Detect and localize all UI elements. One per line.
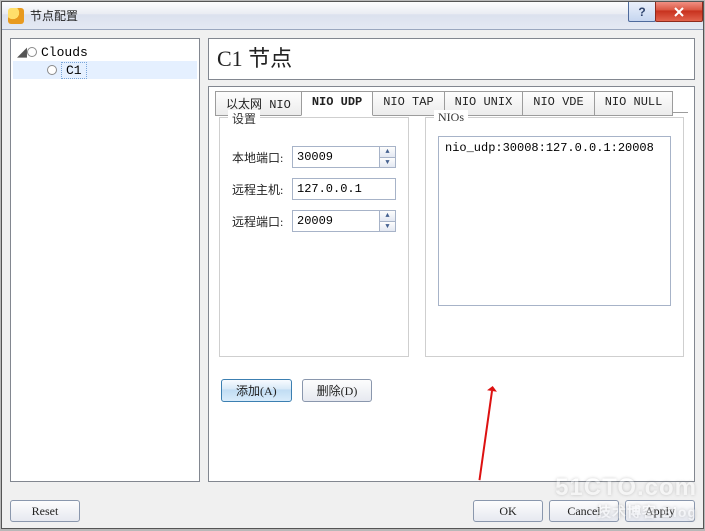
button-label: Cancel: [567, 504, 600, 519]
local-port-input[interactable]: 30009 ▲ ▼: [292, 146, 396, 168]
app-icon: [8, 8, 24, 24]
cancel-button[interactable]: Cancel: [549, 500, 619, 522]
node-icon: [47, 65, 57, 75]
annotation-arrow-icon: [478, 391, 493, 480]
remote-host-value: 127.0.0.1: [297, 182, 362, 196]
remote-host-input[interactable]: 127.0.0.1: [292, 178, 396, 200]
nios-legend: NIOs: [434, 110, 468, 125]
panel-title: C1 节点: [217, 41, 686, 73]
tab-label: NIO VDE: [533, 95, 583, 109]
tab-nio-null[interactable]: NIO NULL: [594, 91, 674, 116]
tab-label: NIO UNIX: [455, 95, 513, 109]
spin-down-icon[interactable]: ▼: [380, 157, 395, 167]
window-title: 节点配置: [30, 7, 78, 24]
settings-legend: 设置: [228, 110, 260, 127]
tab-label: NIO UDP: [312, 95, 362, 109]
ok-button[interactable]: OK: [473, 500, 543, 522]
remote-port-value: 20009: [297, 214, 379, 228]
titlebar: 节点配置 ?: [2, 2, 703, 30]
settings-group: 设置 本地端口: 30009 ▲ ▼: [219, 117, 409, 357]
spin-down-icon[interactable]: ▼: [380, 221, 395, 231]
tree-label: C1: [61, 62, 87, 79]
tab-label: NIO NULL: [605, 95, 663, 109]
button-label: OK: [499, 504, 516, 519]
button-label: Apply: [645, 504, 675, 519]
button-label: 删除(D): [317, 382, 358, 399]
nios-group: NIOs nio_udp:30008:127.0.0.1:20008: [425, 117, 684, 357]
tab-area: 以太网 NIO NIO UDP NIO TAP NIO UNIX NIO VDE…: [208, 86, 695, 482]
spin-up-icon[interactable]: ▲: [380, 147, 395, 157]
local-port-label: 本地端口:: [232, 149, 292, 166]
close-button[interactable]: [655, 2, 703, 22]
tab-label: NIO TAP: [383, 95, 433, 109]
list-item[interactable]: nio_udp:30008:127.0.0.1:20008: [445, 141, 664, 155]
button-label: 添加(A): [236, 382, 277, 399]
panel-header: C1 节点: [208, 38, 695, 80]
local-port-value: 30009: [297, 150, 379, 164]
spin-up-icon[interactable]: ▲: [380, 211, 395, 221]
collapse-icon[interactable]: ◢: [17, 45, 27, 60]
tree-item-clouds[interactable]: ◢ Clouds: [11, 43, 199, 61]
help-button[interactable]: ?: [628, 2, 656, 22]
nios-listbox[interactable]: nio_udp:30008:127.0.0.1:20008: [438, 136, 671, 306]
remote-port-input[interactable]: 20009 ▲ ▼: [292, 210, 396, 232]
close-icon: [673, 7, 685, 17]
add-button[interactable]: 添加(A): [221, 379, 292, 402]
tab-nio-udp[interactable]: NIO UDP: [301, 91, 373, 116]
remote-host-label: 远程主机:: [232, 181, 292, 198]
tree-label: Clouds: [41, 45, 88, 60]
remote-port-label: 远程端口:: [232, 213, 292, 230]
tree-panel[interactable]: ◢ Clouds C1: [10, 38, 200, 482]
button-label: Reset: [32, 504, 59, 519]
delete-button[interactable]: 删除(D): [302, 379, 373, 402]
tree-item-c1[interactable]: C1: [13, 61, 197, 79]
node-icon: [27, 47, 37, 57]
reset-button[interactable]: Reset: [10, 500, 80, 522]
tab-nio-vde[interactable]: NIO VDE: [522, 91, 594, 116]
apply-button[interactable]: Apply: [625, 500, 695, 522]
